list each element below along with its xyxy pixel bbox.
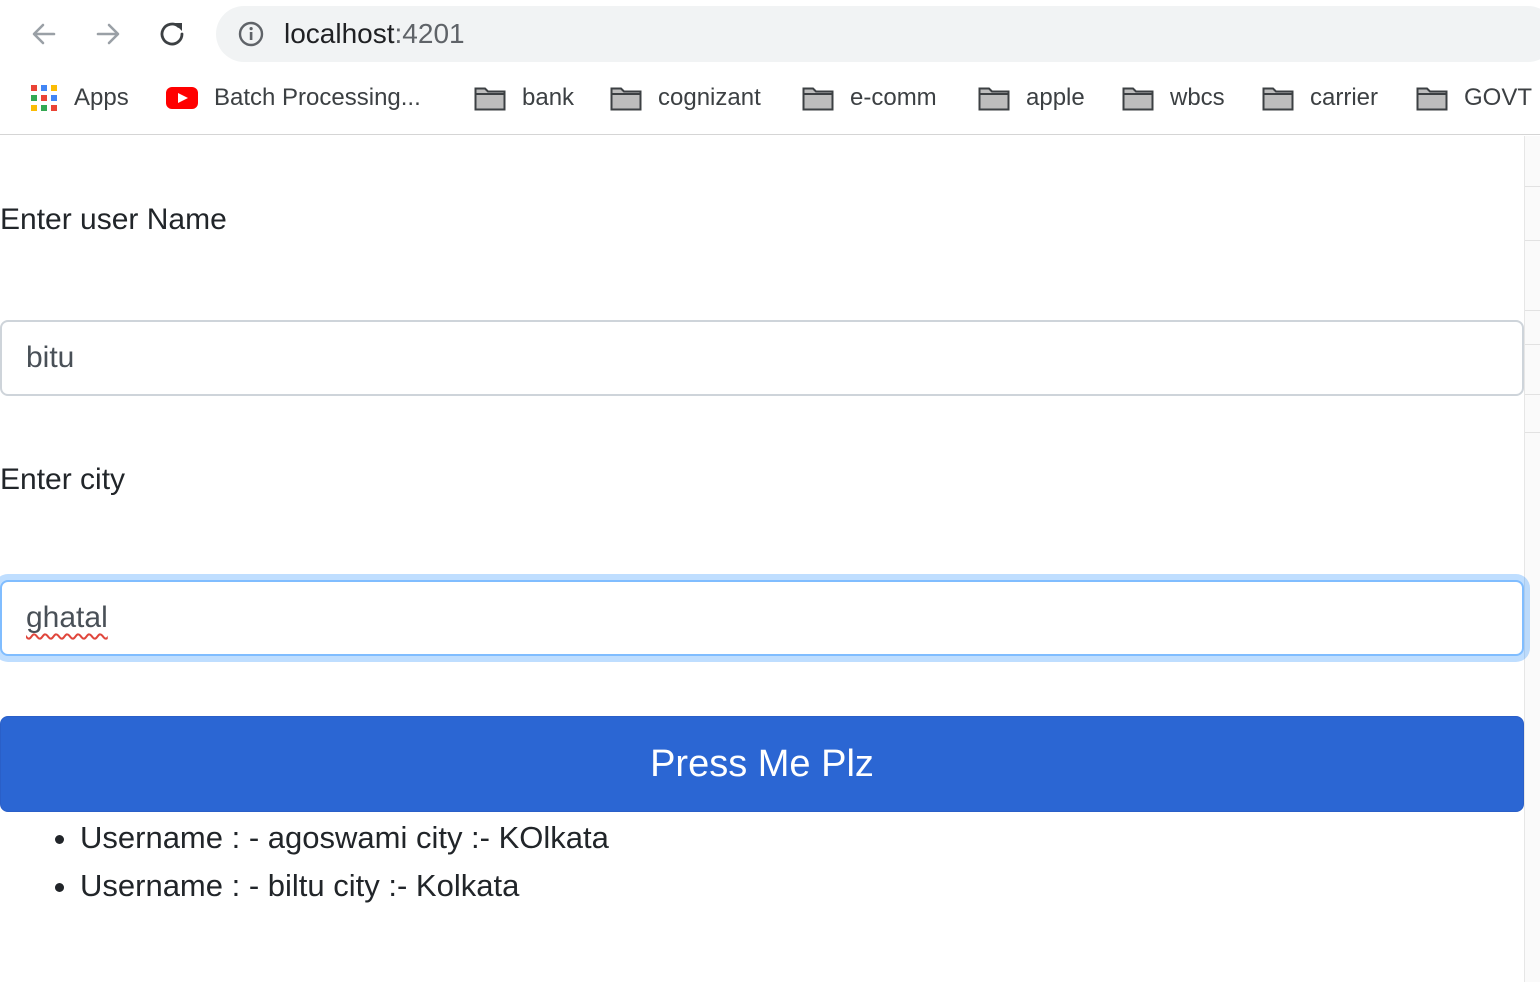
youtube-icon bbox=[166, 86, 198, 110]
info-icon[interactable] bbox=[238, 21, 264, 47]
results-list: Username : - agoswami city :- KOlkata Us… bbox=[0, 814, 609, 910]
scrollbar-mark bbox=[1525, 310, 1540, 311]
scrollbar-mark bbox=[1525, 240, 1540, 241]
city-label: Enter city bbox=[0, 463, 126, 496]
bookmark-label: Batch Processing... bbox=[214, 84, 421, 111]
bookmark-cognizant[interactable]: cognizant bbox=[610, 72, 761, 124]
arrow-left-icon bbox=[32, 23, 56, 45]
forward-button[interactable] bbox=[88, 14, 128, 54]
folder-icon bbox=[978, 85, 1010, 111]
username-input[interactable] bbox=[0, 320, 1524, 396]
list-item: Username : - biltu city :- Kolkata bbox=[80, 862, 609, 910]
scrollbar-mark bbox=[1525, 394, 1540, 395]
bookmark-label: apple bbox=[1026, 84, 1085, 111]
bookmark-apple[interactable]: apple bbox=[978, 72, 1085, 124]
bookmarks-bar: Apps Batch Processing... bank cognizant bbox=[0, 72, 1540, 124]
bookmark-label: Apps bbox=[74, 84, 129, 111]
scrollbar-mark bbox=[1525, 186, 1540, 187]
back-button[interactable] bbox=[24, 14, 64, 54]
folder-icon bbox=[1122, 85, 1154, 111]
folder-icon bbox=[1416, 85, 1448, 111]
folder-icon bbox=[1262, 85, 1294, 111]
reload-button[interactable] bbox=[152, 14, 192, 54]
url-port: :4201 bbox=[394, 18, 465, 49]
folder-icon bbox=[802, 85, 834, 111]
bookmark-label: GOVT bbox=[1464, 84, 1533, 111]
bookmark-bank[interactable]: bank bbox=[474, 72, 574, 124]
address-bar[interactable]: localhost:4201 bbox=[216, 6, 1540, 62]
username-label: Enter user Name bbox=[0, 203, 227, 236]
scrollbar-mark bbox=[1525, 432, 1540, 433]
apps-grid-icon bbox=[30, 84, 58, 112]
reload-icon bbox=[160, 22, 184, 46]
list-item: Username : - agoswami city :- KOlkata bbox=[80, 814, 609, 862]
bookmark-label: carrier bbox=[1310, 84, 1379, 111]
browser-toolbar: localhost:4201 Apps Batch Processing... … bbox=[0, 0, 1540, 135]
bookmark-e-comm[interactable]: e-comm bbox=[802, 72, 937, 124]
bookmark-label: wbcs bbox=[1170, 84, 1225, 111]
bookmark-batch-processing[interactable]: Batch Processing... bbox=[166, 72, 421, 124]
bookmark-govt[interactable]: GOVT bbox=[1416, 72, 1532, 124]
folder-icon bbox=[610, 85, 642, 111]
city-input[interactable] bbox=[0, 580, 1524, 656]
bookmark-label: bank bbox=[522, 84, 575, 111]
scrollbar-mark bbox=[1525, 344, 1540, 345]
page-scrollbar[interactable] bbox=[1524, 136, 1540, 982]
bookmark-label: e-comm bbox=[850, 84, 937, 111]
bookmark-carrier[interactable]: carrier bbox=[1262, 72, 1378, 124]
press-me-button[interactable]: Press Me Plz bbox=[0, 716, 1524, 812]
bookmark-label: cognizant bbox=[658, 84, 761, 111]
folder-icon bbox=[474, 85, 506, 111]
arrow-right-icon bbox=[96, 23, 120, 45]
bookmark-apps[interactable]: Apps bbox=[30, 72, 129, 124]
bookmark-wbcs[interactable]: wbcs bbox=[1122, 72, 1225, 124]
url-host: localhost bbox=[284, 18, 395, 49]
url-text: localhost:4201 bbox=[284, 18, 465, 50]
